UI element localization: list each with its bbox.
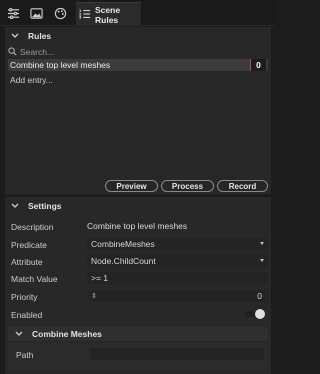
- priority-value: 0: [257, 291, 262, 301]
- search-row: [8, 45, 268, 58]
- search-icon: [8, 47, 17, 56]
- combine-meshes-title: Combine Meshes: [32, 329, 102, 339]
- attribute-select[interactable]: Node.ChildCount: [87, 255, 268, 267]
- tab-label: Scene Rules: [95, 4, 121, 25]
- list-icon: 1 2 3: [79, 8, 91, 22]
- description-value: Combine top level meshes: [87, 221, 188, 231]
- chevron-down-icon: [15, 331, 23, 336]
- rules-title: Rules: [28, 31, 52, 41]
- rule-label: Combine top level meshes: [10, 60, 111, 70]
- predicate-value: CombineMeshes: [91, 239, 155, 249]
- attribute-value: Node.ChildCount: [91, 256, 156, 266]
- enabled-label: Enabled: [11, 310, 43, 320]
- priority-stepper[interactable]: ⇕ 0: [87, 290, 268, 302]
- search-input[interactable]: [20, 46, 220, 57]
- rules-header[interactable]: Rules: [10, 29, 51, 43]
- description-field[interactable]: Combine top level meshes: [87, 220, 268, 232]
- settings-header[interactable]: Settings: [10, 199, 62, 213]
- settings-title: Settings: [28, 201, 62, 211]
- match-value-label: Match Value: [11, 274, 58, 284]
- chevron-down-icon: [11, 33, 19, 38]
- record-button[interactable]: Record: [217, 180, 268, 192]
- description-label: Description: [11, 222, 54, 232]
- preview-button[interactable]: Preview: [105, 180, 158, 192]
- stepper-arrows-icon[interactable]: ⇕: [91, 292, 97, 300]
- match-value-field[interactable]: >= 1: [87, 272, 268, 284]
- priority-label: Priority: [11, 292, 38, 302]
- chevron-down-icon: [260, 242, 264, 245]
- predicate-select[interactable]: CombineMeshes: [87, 238, 268, 250]
- chevron-down-icon: [11, 203, 19, 208]
- toggle-knob[interactable]: [255, 309, 265, 319]
- match-value-value: >= 1: [91, 273, 109, 283]
- add-entry-link[interactable]: Add entry...: [10, 75, 53, 85]
- predicate-label: Predicate: [11, 240, 47, 250]
- combine-meshes-header[interactable]: Combine Meshes: [8, 327, 268, 341]
- list-item[interactable]: Combine top level meshes 0: [8, 59, 268, 71]
- palette-icon[interactable]: [51, 4, 69, 22]
- tab-scene-rules[interactable]: 1 2 3 Scene Rules: [76, 2, 141, 26]
- process-button[interactable]: Process: [161, 180, 214, 192]
- tab-bar: 1 2 3 Scene Rules: [0, 0, 275, 26]
- attribute-label: Attribute: [11, 257, 43, 267]
- svg-text:3: 3: [79, 15, 82, 19]
- sliders-icon[interactable]: [4, 4, 22, 22]
- chevron-down-icon: [260, 259, 264, 262]
- path-label: Path: [16, 350, 34, 360]
- path-field[interactable]: [90, 348, 264, 360]
- rule-count-badge: 0: [250, 59, 266, 71]
- image-icon[interactable]: [27, 4, 45, 22]
